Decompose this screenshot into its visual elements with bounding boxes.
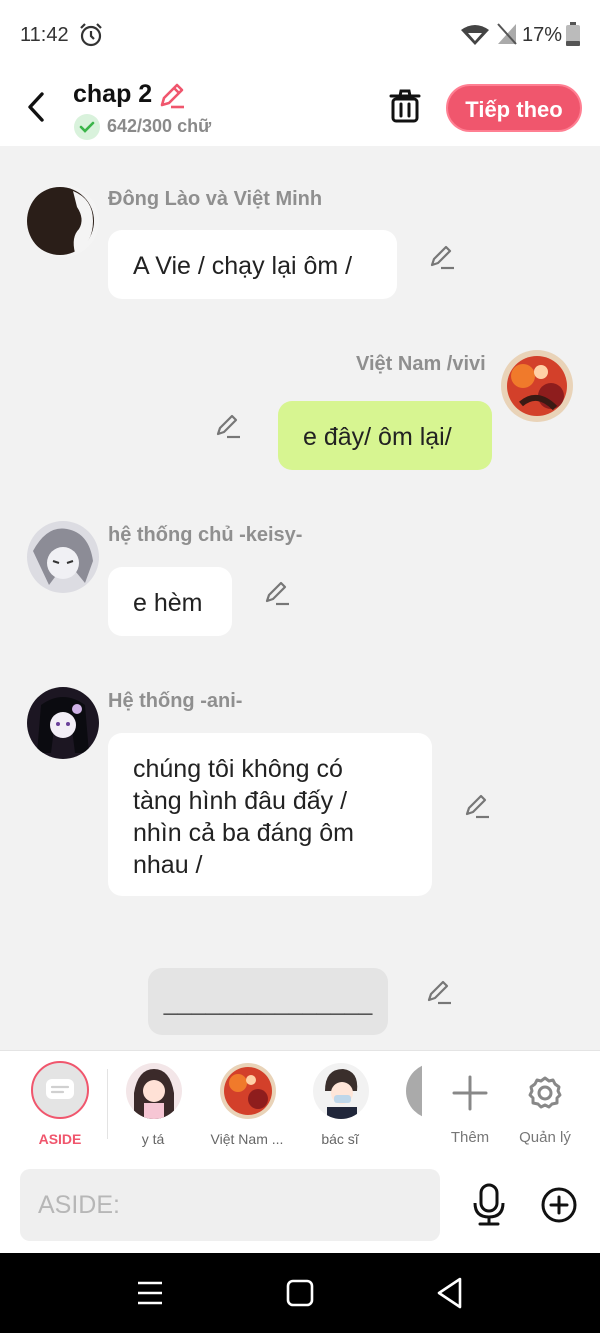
word-count: 642/300 chữ (107, 116, 212, 136)
message-input[interactable] (20, 1169, 440, 1241)
edit-title-icon[interactable] (157, 80, 187, 110)
status-time: 11:42 (20, 24, 69, 46)
avatar (220, 1063, 276, 1119)
avatar (313, 1063, 369, 1119)
message-bubble[interactable]: e hèm (108, 567, 232, 636)
role-item[interactable]: y tá (108, 1051, 198, 1159)
edit-message-icon[interactable] (425, 978, 453, 1006)
system-nav-bar (0, 1253, 600, 1333)
message-line: chúng tôi không có (133, 755, 343, 783)
role-item[interactable]: bác sĩ (295, 1051, 385, 1159)
role-label: bác sĩ (321, 1131, 359, 1147)
check-icon (74, 114, 100, 140)
avatar (126, 1063, 182, 1119)
sender-name: Đông Lào và Việt Minh (108, 188, 323, 210)
aside-icon (46, 1079, 74, 1099)
avatar[interactable] (27, 521, 99, 593)
plus-icon (452, 1075, 488, 1111)
microphone-icon[interactable] (470, 1183, 508, 1227)
character-picker: ASIDE y tá Việt Nam ... bác sĩ Thêm Quản… (0, 1050, 600, 1158)
sender-name: hệ thống chủ -keisy- (108, 524, 303, 546)
manage-roles-label: Quản lý (519, 1129, 571, 1146)
edit-message-icon[interactable] (463, 792, 491, 820)
chat-area[interactable]: Đông Lào và Việt Minh A Vie / chạy lại ô… (0, 146, 600, 1050)
message-line: nhau / (133, 851, 203, 879)
add-role-label: Thêm (450, 1129, 490, 1146)
sender-name: Hệ thống -ani- (108, 690, 243, 712)
sender-name: Việt Nam /vivi (356, 353, 486, 375)
input-bar (0, 1158, 600, 1253)
add-circle-icon[interactable] (540, 1186, 578, 1224)
editor-header: chap 2 642/300 chữ Tiếp theo (0, 70, 600, 146)
status-bar: 11:42 17% (0, 0, 600, 70)
edit-message-icon[interactable] (214, 412, 242, 440)
role-label: y tá (141, 1131, 165, 1147)
manage-roles-button[interactable]: Quản lý (510, 1063, 580, 1153)
aside-role-label: ASIDE (38, 1131, 82, 1147)
back-arrow-icon[interactable] (22, 88, 52, 126)
avatar[interactable] (27, 687, 99, 759)
home-icon[interactable] (286, 1275, 314, 1311)
battery-icon (566, 22, 580, 46)
battery-percent: 17% (522, 24, 563, 46)
message-line: nhìn cả ba đáng ôm (133, 819, 354, 847)
edit-message-icon[interactable] (428, 243, 456, 271)
add-role-button[interactable]: Thêm (435, 1063, 505, 1153)
message-bubble[interactable]: e đây/ ôm lại/ (278, 401, 492, 470)
role-item[interactable]: Việt Nam ... (202, 1051, 292, 1159)
edit-message-icon[interactable] (263, 579, 291, 607)
avatar[interactable] (501, 350, 573, 422)
alarm-icon (80, 23, 102, 47)
chat-editor-screen: 11:42 17% chap 2 642/300 chữ Tiếp theo Đ… (0, 0, 600, 1333)
menu-icon[interactable] (136, 1275, 164, 1311)
chapter-title: chap 2 (73, 80, 153, 108)
aside-role-button[interactable] (31, 1061, 89, 1119)
message-line: tàng hình đâu đấy / (133, 787, 348, 815)
back-nav-icon[interactable] (436, 1275, 464, 1311)
avatar[interactable] (27, 185, 99, 257)
aside-bubble[interactable]: _______________ (148, 968, 388, 1035)
message-bubble[interactable]: A Vie / chạy lại ôm / (108, 230, 397, 299)
avatar[interactable] (406, 1063, 422, 1119)
no-signal-icon (497, 23, 517, 45)
trash-icon[interactable] (387, 88, 423, 124)
wifi-icon (461, 25, 489, 45)
message-bubble[interactable]: chúng tôi không có tàng hình đâu đấy / n… (108, 733, 432, 896)
next-button[interactable]: Tiếp theo (446, 84, 582, 132)
role-label: Việt Nam ... (210, 1131, 284, 1147)
gear-icon (528, 1076, 562, 1109)
